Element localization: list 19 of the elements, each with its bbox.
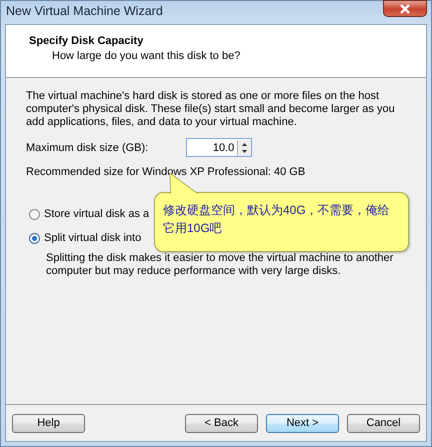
disk-size-field[interactable]: 10.0 [186, 138, 252, 157]
close-button[interactable] [383, 0, 427, 17]
radio-button[interactable] [29, 232, 40, 244]
recommended-size-text: Recommended size for Windows XP Professional: 40 GB [26, 166, 306, 178]
callout-text: 修改硬盘空间，默认为40G，不需要，俺给它用10G吧 [163, 203, 390, 235]
dialog-button[interactable]: Help [12, 414, 85, 432]
page-subtitle: How large do you want this disk to be? [51, 49, 242, 62]
window-title: New Virtual Machine Wizard [5, 3, 163, 18]
split-note-text: Splitting the disk makes it easier to move the virtual machine to another computer but may reduce performance with very large disks. [46, 252, 394, 278]
page-heading: Specify Disk Capacity [29, 35, 144, 47]
disk-size-label: Maximum disk size (GB): [26, 142, 148, 154]
radio-label[interactable]: Store virtual disk as a [44, 208, 150, 220]
dialog-button[interactable]: < Back [185, 414, 258, 432]
radio-button[interactable] [29, 208, 40, 220]
dialog-button[interactable]: Next > [266, 414, 339, 432]
description-text: The virtual machine's hard disk is stored as one or more files on the host computer's physical disk. These file(s) start small and become larger as you add applications, files, and data to your virtual machine. [26, 90, 396, 129]
radio-label[interactable]: Split virtual disk into [44, 232, 142, 244]
dialog-button[interactable]: Cancel [347, 414, 420, 432]
close-icon [399, 4, 411, 14]
